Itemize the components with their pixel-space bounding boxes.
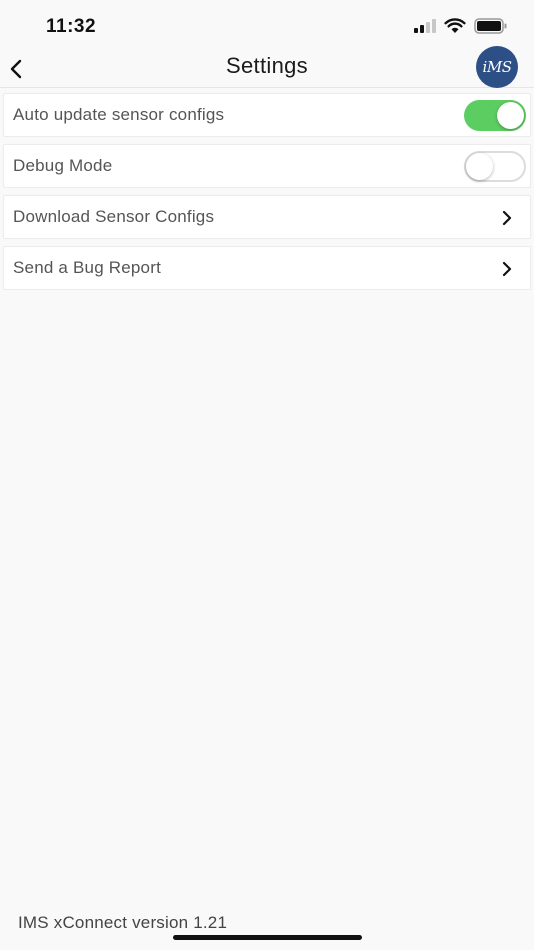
- status-icons: [414, 18, 508, 34]
- avatar-text: iMS: [482, 58, 512, 76]
- debug-mode-toggle[interactable]: [464, 151, 526, 182]
- battery-icon: [474, 18, 507, 34]
- chevron-right-icon: [502, 210, 512, 226]
- setting-label: Send a Bug Report: [13, 258, 161, 277]
- setting-row-debug-mode: Debug Mode: [3, 144, 531, 188]
- toggle-knob: [497, 102, 524, 129]
- status-bar: 11:32: [0, 0, 534, 50]
- setting-row-auto-update: Auto update sensor configs: [3, 93, 531, 137]
- status-time: 11:32: [46, 16, 97, 37]
- home-indicator[interactable]: [173, 935, 362, 940]
- setting-row-bug-report[interactable]: Send a Bug Report: [3, 246, 531, 290]
- navigation-bar: Settings iMS: [0, 44, 534, 88]
- toggle-knob: [466, 153, 493, 180]
- auto-update-toggle[interactable]: [464, 100, 526, 131]
- setting-label: Debug Mode: [13, 156, 113, 175]
- setting-label: Download Sensor Configs: [13, 207, 215, 226]
- chevron-right-icon: [502, 261, 512, 277]
- page-title: Settings: [226, 53, 308, 78]
- setting-row-download-configs[interactable]: Download Sensor Configs: [3, 195, 531, 239]
- settings-list: Auto update sensor configs Debug Mode Do…: [3, 93, 531, 297]
- setting-label: Auto update sensor configs: [13, 105, 225, 124]
- cellular-signal-icon: [414, 19, 436, 33]
- app-version-text: IMS xConnect version 1.21: [18, 913, 228, 932]
- avatar-logo[interactable]: iMS: [476, 46, 518, 88]
- wifi-icon: [444, 18, 466, 33]
